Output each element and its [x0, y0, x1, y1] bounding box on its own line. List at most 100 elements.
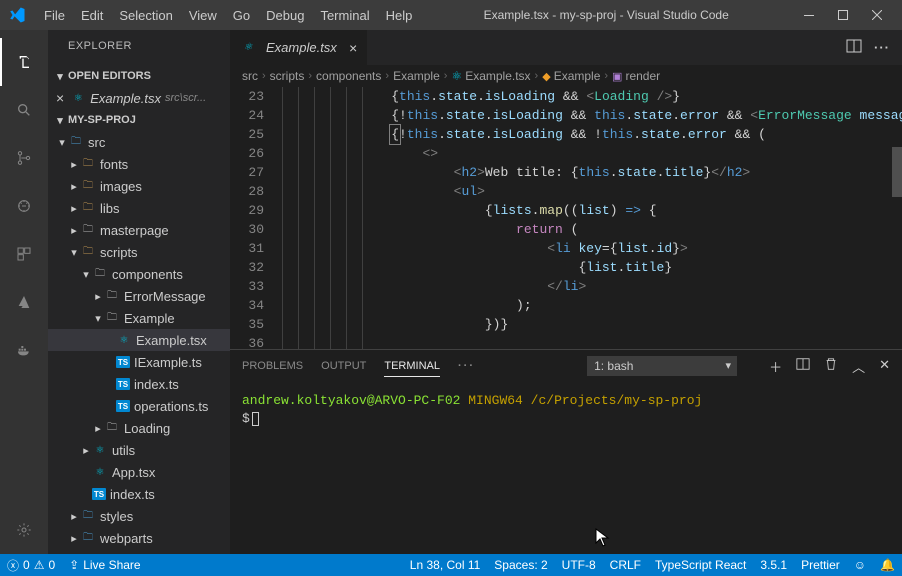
close-button[interactable]	[860, 3, 894, 27]
tree-item-components[interactable]: ▾🗀components	[48, 263, 230, 285]
status-live-share[interactable]: ⇪Live Share	[62, 554, 147, 576]
source-control-icon[interactable]	[0, 134, 48, 182]
tree-item-fonts[interactable]: ▸🗀fonts	[48, 153, 230, 175]
tree-item-index-ts[interactable]: TSindex.ts	[48, 373, 230, 395]
tree-item-loading[interactable]: ▸🗀Loading	[48, 417, 230, 439]
tree-item-index-ts[interactable]: TSindex.ts	[48, 483, 230, 505]
tree-item-example-tsx[interactable]: ⚛Example.tsx	[48, 329, 230, 351]
window-title: Example.tsx - my-sp-proj - Visual Studio…	[420, 8, 792, 22]
tree-item-scripts[interactable]: ▾🗀scripts	[48, 241, 230, 263]
tree-item-images[interactable]: ▸🗀images	[48, 175, 230, 197]
terminal-prompt: $	[242, 410, 890, 428]
status-eol[interactable]: CRLF	[603, 554, 648, 576]
breadcrumb-method: ▣render	[612, 69, 660, 83]
code-content[interactable]: {this.state.isLoading && <Loading />} {!…	[282, 87, 902, 349]
file-tree: ▾🗀src▸🗀fonts▸🗀images▸🗀libs▸🗀masterpage▾🗀…	[48, 131, 230, 549]
editor-scrollbar[interactable]	[888, 87, 902, 349]
panel-tab-output[interactable]: OUTPUT	[321, 356, 366, 376]
menu-selection[interactable]: Selection	[111, 4, 180, 27]
vscode-logo-icon	[8, 6, 26, 24]
tab-label: Example.tsx	[266, 40, 337, 55]
modified-indicator: ×	[56, 90, 64, 106]
menu-go[interactable]: Go	[225, 4, 258, 27]
breadcrumb-file: ⚛Example.tsx	[451, 69, 530, 83]
tree-item-src[interactable]: ▾🗀src	[48, 131, 230, 153]
files-icon[interactable]	[0, 38, 48, 86]
tree-item-webparts[interactable]: ▸🗀webparts	[48, 527, 230, 549]
code-editor[interactable]: 2324252627282930313233343536 {this.state…	[230, 87, 902, 349]
status-bell-icon[interactable]: 🔔	[873, 554, 902, 576]
menu-view[interactable]: View	[181, 4, 225, 27]
tree-item-operations-ts[interactable]: TSoperations.ts	[48, 395, 230, 417]
maximize-panel-icon[interactable]: ︿	[852, 357, 865, 376]
statusbar: ⓧ0⚠0 ⇪Live Share Ln 38, Col 11 Spaces: 2…	[0, 554, 902, 576]
panel-tab-problems[interactable]: PROBLEMS	[242, 356, 303, 376]
breadcrumb-example-folder: Example	[393, 69, 440, 83]
split-editor-icon[interactable]	[846, 38, 862, 57]
panel-tabs: PROBLEMS OUTPUT TERMINAL ··· 1: bash ＋ ︿…	[230, 350, 902, 382]
menu-file[interactable]: File	[36, 4, 73, 27]
tree-item-app-tsx[interactable]: ⚛App.tsx	[48, 461, 230, 483]
status-errors[interactable]: ⓧ0⚠0	[0, 554, 62, 576]
window-controls	[792, 3, 894, 27]
react-icon: ⚛	[70, 90, 86, 106]
status-encoding[interactable]: UTF-8	[555, 554, 603, 576]
close-tab-icon[interactable]: ×	[349, 40, 357, 56]
panel-tab-more[interactable]: ···	[458, 356, 475, 376]
titlebar: File Edit Selection View Go Debug Termin…	[0, 0, 902, 30]
breadcrumb-src: src	[242, 69, 258, 83]
breadcrumb-class: ◆Example	[542, 69, 600, 83]
sidebar-title: EXPLORER	[48, 30, 230, 65]
terminal-body[interactable]: andrew.koltyakov@ARVO-PC-F02 MINGW64 /c/…	[230, 382, 902, 554]
tree-item-iexample-ts[interactable]: TSIExample.ts	[48, 351, 230, 373]
tree-item-example[interactable]: ▾🗀Example	[48, 307, 230, 329]
status-feedback-icon[interactable]: ☺	[847, 554, 873, 576]
terminal-selector[interactable]: 1: bash	[587, 356, 737, 376]
open-editor-item[interactable]: × ⚛ Example.tsx src\scr...	[48, 87, 230, 109]
menu-edit[interactable]: Edit	[73, 4, 111, 27]
minimize-button[interactable]	[792, 3, 826, 27]
status-cursor[interactable]: Ln 38, Col 11	[403, 554, 488, 576]
tree-item-utils[interactable]: ▸⚛utils	[48, 439, 230, 461]
split-terminal-icon[interactable]	[796, 357, 810, 376]
debug-icon[interactable]	[0, 182, 48, 230]
tree-item-errormessage[interactable]: ▸🗀ErrorMessage	[48, 285, 230, 307]
maximize-button[interactable]	[826, 3, 860, 27]
explorer-sidebar: EXPLORER ▾OPEN EDITORS × ⚛ Example.tsx s…	[48, 30, 230, 554]
activity-bar	[0, 30, 48, 554]
tree-item-styles[interactable]: ▸🗀styles	[48, 505, 230, 527]
extensions-icon[interactable]	[0, 230, 48, 278]
terminal-cursor	[252, 412, 259, 426]
editor-tab-example[interactable]: ⚛ Example.tsx ×	[230, 30, 368, 65]
status-prettier[interactable]: Prettier	[794, 554, 847, 576]
tree-item-libs[interactable]: ▸🗀libs	[48, 197, 230, 219]
tree-item-masterpage[interactable]: ▸🗀masterpage	[48, 219, 230, 241]
status-language[interactable]: TypeScript React	[648, 554, 753, 576]
status-ts-version[interactable]: 3.5.1	[753, 554, 794, 576]
open-editors-header[interactable]: ▾OPEN EDITORS	[48, 65, 230, 87]
breadcrumb-scripts: scripts	[270, 69, 305, 83]
kill-terminal-icon[interactable]	[824, 357, 838, 376]
terminal-line: andrew.koltyakov@ARVO-PC-F02 MINGW64 /c/…	[242, 392, 890, 410]
open-editor-name: Example.tsx	[90, 91, 161, 106]
menu-bar: File Edit Selection View Go Debug Termin…	[36, 4, 420, 27]
project-header[interactable]: ▾MY-SP-PROJ	[48, 109, 230, 131]
menu-terminal[interactable]: Terminal	[312, 4, 377, 27]
breadcrumbs[interactable]: src› scripts› components› Example› ⚛Exam…	[230, 65, 902, 87]
search-icon[interactable]	[0, 86, 48, 134]
react-icon: ⚛	[240, 40, 256, 56]
menu-help[interactable]: Help	[378, 4, 421, 27]
settings-gear-icon[interactable]	[0, 506, 48, 554]
open-editor-path: src\scr...	[165, 92, 206, 104]
azure-icon[interactable]	[0, 278, 48, 326]
docker-icon[interactable]	[0, 326, 48, 374]
more-actions-icon[interactable]: ···	[874, 40, 890, 55]
status-spaces[interactable]: Spaces: 2	[487, 554, 554, 576]
menu-debug[interactable]: Debug	[258, 4, 312, 27]
line-gutter: 2324252627282930313233343536	[230, 87, 282, 349]
new-terminal-icon[interactable]: ＋	[769, 357, 782, 376]
breadcrumb-components: components	[316, 69, 381, 83]
close-panel-icon[interactable]: ✕	[879, 357, 890, 376]
panel-tab-terminal[interactable]: TERMINAL	[384, 356, 440, 377]
editor-tabs: ⚛ Example.tsx × ···	[230, 30, 902, 65]
